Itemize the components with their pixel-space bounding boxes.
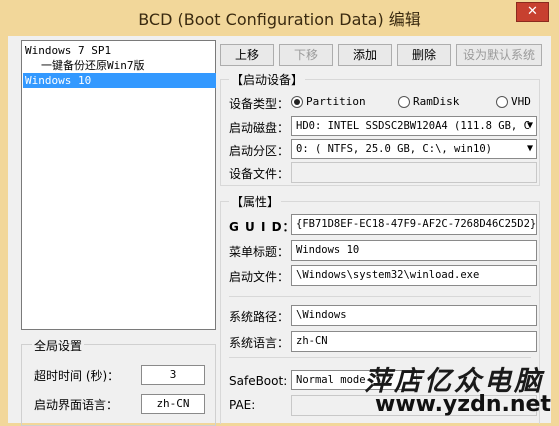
window-client: Windows 7 SP1 一键备份还原Win7版 Windows 10 全局设… (8, 36, 551, 426)
add-button[interactable]: 添加 (338, 44, 392, 66)
device-file-label: 设备文件： (229, 167, 290, 181)
watermark-url: www.yzdn.net (375, 392, 551, 417)
radio-label: RamDisk (413, 95, 460, 108)
radio-label: Partition (306, 95, 366, 108)
boot-partition-value: 0: ( NTFS, 25.0 GB, C:\, win10) (296, 143, 492, 155)
properties-title: 【属性】 (229, 193, 282, 210)
system-language-input[interactable]: zh-CN (291, 331, 537, 352)
move-up-button[interactable]: 上移 (220, 44, 274, 66)
radio-label: VHD (511, 95, 531, 108)
chevron-down-icon: ▼ (526, 143, 533, 154)
boot-file-input[interactable]: \Windows\system32\winload.exe (291, 265, 537, 286)
delete-button[interactable]: 删除 (397, 44, 451, 66)
radio-ramdisk[interactable]: RamDisk (398, 95, 459, 108)
boot-device-title: 【启动设备】 (229, 71, 306, 88)
boot-disk-label: 启动磁盘： (229, 121, 290, 135)
title-bar: BCD (Boot Configuration Data) 编辑 ✕ (0, 0, 559, 36)
menu-title-label: 菜单标题： (229, 245, 290, 259)
boot-partition-label: 启动分区： (229, 144, 290, 158)
system-path-label: 系统路径： (229, 310, 290, 324)
boot-file-label: 启动文件： (229, 270, 290, 284)
global-settings-title: 全局设置 (32, 337, 85, 354)
global-settings-group: 全局设置 超时时间 (秒)： 3 启动界面语言： zh-CN (21, 337, 216, 426)
list-item[interactable]: Windows 10 (23, 73, 216, 88)
list-item[interactable]: 一键备份还原Win7版 (23, 58, 216, 73)
close-icon: ✕ (527, 4, 538, 19)
chevron-down-icon: ▼ (526, 120, 533, 131)
device-file-input[interactable] (291, 162, 537, 183)
timeout-input[interactable]: 3 (141, 365, 205, 385)
move-down-button[interactable]: 下移 (279, 44, 333, 66)
language-label: 启动界面语言： (34, 398, 119, 412)
window-title: BCD (Boot Configuration Data) 编辑 (138, 10, 421, 29)
system-language-label: 系统语言： (229, 336, 290, 350)
guid-input[interactable]: {FB71D8EF-EC18-47F9-AF2C-7268D46C25D2} (291, 214, 537, 235)
radio-partition[interactable]: Partition (291, 95, 366, 108)
boot-entry-list[interactable]: Windows 7 SP1 一键备份还原Win7版 Windows 10 (21, 40, 216, 330)
device-type-radio-group: Partition RamDisk VHD (291, 95, 539, 111)
safeboot-value: Normal mode (296, 374, 366, 386)
divider (229, 357, 531, 358)
radio-dot (291, 95, 303, 108)
system-path-input[interactable]: \Windows (291, 305, 537, 326)
boot-disk-select[interactable]: HD0: INTEL SSDSC2BW120A4 (111.8 GB, C ▼ (291, 116, 537, 136)
list-item[interactable]: Windows 7 SP1 (23, 43, 216, 58)
boot-device-section: 【启动设备】 设备类型： Partition RamDisk VHD 启动磁盘：… (220, 71, 540, 186)
device-type-label: 设备类型： (229, 97, 290, 111)
safeboot-label: SafeBoot: (229, 374, 288, 388)
set-default-button[interactable]: 设为默认系统 (456, 44, 542, 66)
language-input[interactable]: zh-CN (141, 394, 205, 414)
divider (229, 296, 531, 297)
radio-dot (496, 95, 508, 108)
radio-vhd[interactable]: VHD (496, 95, 531, 108)
guid-label: G U I D： (229, 220, 296, 234)
boot-partition-select[interactable]: 0: ( NTFS, 25.0 GB, C:\, win10) ▼ (291, 139, 537, 159)
timeout-label: 超时时间 (秒)： (34, 369, 120, 383)
boot-disk-value: HD0: INTEL SSDSC2BW120A4 (111.8 GB, C (296, 120, 530, 132)
pae-label: PAE: (229, 398, 256, 412)
menu-title-input[interactable]: Windows 10 (291, 240, 537, 261)
close-button[interactable]: ✕ (516, 2, 549, 22)
radio-dot (398, 95, 410, 108)
